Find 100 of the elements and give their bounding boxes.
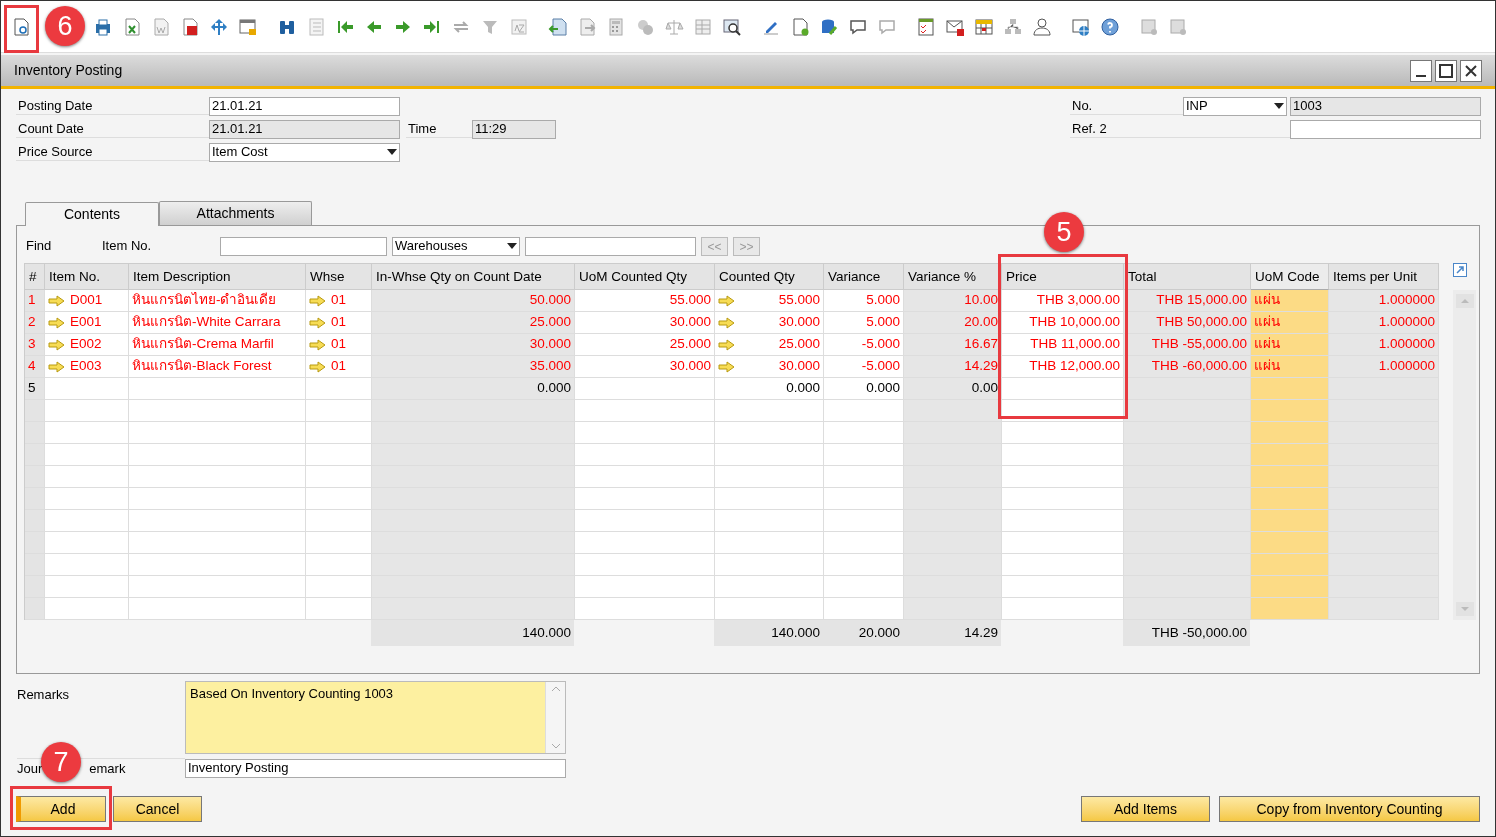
sort-icon[interactable] xyxy=(509,16,529,37)
person-icon[interactable] xyxy=(1032,16,1052,37)
table-cell xyxy=(306,378,372,400)
column-header[interactable]: Item Description xyxy=(129,264,306,290)
table-cell: THB -55,000.00 xyxy=(1124,334,1251,356)
scroll-up-icon[interactable] xyxy=(1455,294,1474,308)
hierarchy-icon[interactable] xyxy=(1003,16,1023,37)
text-document-icon[interactable] xyxy=(151,16,171,37)
minimize-icon[interactable] xyxy=(1410,59,1432,82)
table-cell: 1 xyxy=(25,290,45,312)
table-cell: 30.000 xyxy=(372,334,575,356)
total-cell: 14.29 xyxy=(903,620,1001,646)
close-icon[interactable] xyxy=(1460,59,1482,82)
link-arrow-icon[interactable] xyxy=(48,316,65,329)
table-cell xyxy=(306,510,372,532)
globe-window-icon[interactable] xyxy=(1071,16,1091,37)
checklist-icon[interactable] xyxy=(916,16,936,37)
table-icon[interactable] xyxy=(693,16,713,37)
calculator-icon[interactable] xyxy=(606,16,626,37)
input-field[interactable] xyxy=(220,236,387,256)
input-field[interactable]: Inventory Posting xyxy=(185,758,566,778)
locked-window-icon[interactable] xyxy=(238,16,258,37)
table-cell: 1.000000 xyxy=(1329,334,1439,356)
link-arrow-icon[interactable] xyxy=(718,294,735,307)
table-cell: 30.000 xyxy=(715,312,824,334)
tab[interactable]: Attachments xyxy=(159,201,312,225)
table-cell: 2 xyxy=(25,312,45,334)
link-arrow-icon[interactable] xyxy=(718,360,735,373)
link-arrow-icon[interactable] xyxy=(309,360,326,373)
column-header[interactable]: Counted Qty xyxy=(715,264,824,290)
link-arrow-icon[interactable] xyxy=(48,338,65,351)
table-cell xyxy=(306,466,372,488)
expand-icon[interactable] xyxy=(1453,263,1467,277)
grid-gear-icon[interactable] xyxy=(1168,16,1188,37)
document-arrow-icon[interactable] xyxy=(577,16,597,37)
field-label: Ref. 2 xyxy=(1070,120,1290,138)
pdf-icon[interactable] xyxy=(180,16,200,37)
grid-gear-icon[interactable] xyxy=(1139,16,1159,37)
dropdown[interactable]: Warehouses xyxy=(392,236,520,256)
spreadsheet-icon[interactable] xyxy=(122,16,142,37)
scrollbar[interactable] xyxy=(545,682,565,753)
column-header[interactable]: In-Whse Qty on Count Date xyxy=(372,264,575,290)
input-field[interactable]: 21.01.21 xyxy=(209,96,400,116)
table-cell xyxy=(25,488,45,510)
field-label: Jour xyxy=(17,759,43,778)
list-icon[interactable] xyxy=(306,16,326,37)
link-arrow-icon[interactable] xyxy=(309,294,326,307)
calendar-icon[interactable] xyxy=(974,16,994,37)
copy-button[interactable]: Copy from Inventory Counting xyxy=(1219,796,1480,822)
column-header[interactable]: # xyxy=(25,264,45,290)
add-items-button[interactable]: Add Items xyxy=(1081,796,1210,822)
printer-icon[interactable] xyxy=(93,16,113,37)
column-header[interactable]: Item No. xyxy=(45,264,129,290)
column-header[interactable]: Variance % xyxy=(904,264,1002,290)
table-cell xyxy=(25,444,45,466)
input-field[interactable] xyxy=(525,236,696,256)
table-cell: 55.000 xyxy=(715,290,824,312)
field-label: Count Date xyxy=(16,120,209,138)
column-header[interactable]: UoM Counted Qty xyxy=(575,264,715,290)
document-gear-icon[interactable] xyxy=(790,16,810,37)
column-header[interactable]: Price xyxy=(1002,264,1124,290)
column-header[interactable]: Total xyxy=(1124,264,1251,290)
column-header[interactable]: Variance xyxy=(824,264,904,290)
four-arrows-icon[interactable] xyxy=(209,16,229,37)
field-label: emark xyxy=(89,759,126,778)
remarks-field[interactable]: Based On Inventory Counting 1003 xyxy=(185,681,566,754)
column-header[interactable]: Whse xyxy=(306,264,372,290)
tab[interactable]: Contents xyxy=(25,202,159,226)
add-button[interactable]: Add xyxy=(16,796,106,822)
document-arrow-icon[interactable] xyxy=(548,16,568,37)
link-arrow-icon[interactable] xyxy=(718,316,735,329)
maximize-icon[interactable] xyxy=(1435,59,1457,82)
input-field[interactable] xyxy=(1290,119,1481,139)
table-cell xyxy=(25,598,45,620)
total-cell: 20.000 xyxy=(823,620,903,646)
link-arrow-icon[interactable] xyxy=(309,316,326,329)
field-label: Item No. xyxy=(102,237,153,256)
search-icon[interactable] xyxy=(722,16,742,37)
table-cell: 14.29 xyxy=(904,356,1002,378)
document-icon[interactable] xyxy=(11,16,31,37)
table-cell xyxy=(306,532,372,554)
column-header[interactable]: Items per Unit xyxy=(1329,264,1439,290)
dropdown[interactable]: INP xyxy=(1183,96,1287,116)
table-cell: 5.000 xyxy=(824,290,904,312)
input-field[interactable]: 11:29 xyxy=(472,119,556,139)
scroll-down-icon[interactable] xyxy=(1455,602,1474,616)
input-field[interactable]: 21.01.21 xyxy=(209,119,400,139)
link-arrow-icon[interactable] xyxy=(48,360,65,373)
dropdown[interactable]: Item Cost xyxy=(209,142,400,162)
scroll-up-icon[interactable] xyxy=(549,685,562,693)
help-icon[interactable] xyxy=(1100,16,1120,37)
scrollbar[interactable] xyxy=(1453,290,1476,620)
input-field[interactable]: 1003 xyxy=(1290,96,1481,116)
link-arrow-icon[interactable] xyxy=(718,338,735,351)
cancel-button[interactable]: Cancel xyxy=(113,796,202,822)
link-arrow-icon[interactable] xyxy=(309,338,326,351)
table-cell: 1.000000 xyxy=(1329,356,1439,378)
link-arrow-icon[interactable] xyxy=(48,294,65,307)
scroll-down-icon[interactable] xyxy=(549,742,562,750)
column-header[interactable]: UoM Code xyxy=(1251,264,1329,290)
